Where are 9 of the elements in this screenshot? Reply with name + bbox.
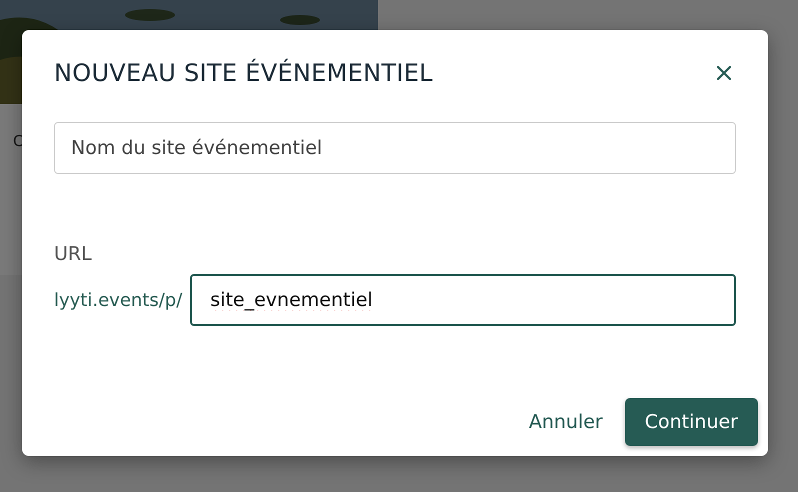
dialog-title: NOUVEAU SITE ÉVÉNEMENTIEL bbox=[54, 58, 433, 88]
url-label: URL bbox=[54, 242, 93, 266]
close-icon bbox=[716, 65, 732, 81]
site-name-field[interactable]: Nom du site événementiel bbox=[54, 122, 736, 174]
cancel-button[interactable]: Annuler bbox=[522, 400, 609, 444]
card-text: C bbox=[13, 132, 24, 150]
url-slug-field[interactable]: site_evnementiel bbox=[190, 274, 736, 326]
url-prefix: lyyti.events/p/ bbox=[54, 288, 182, 312]
continue-button[interactable]: Continuer bbox=[624, 398, 758, 446]
